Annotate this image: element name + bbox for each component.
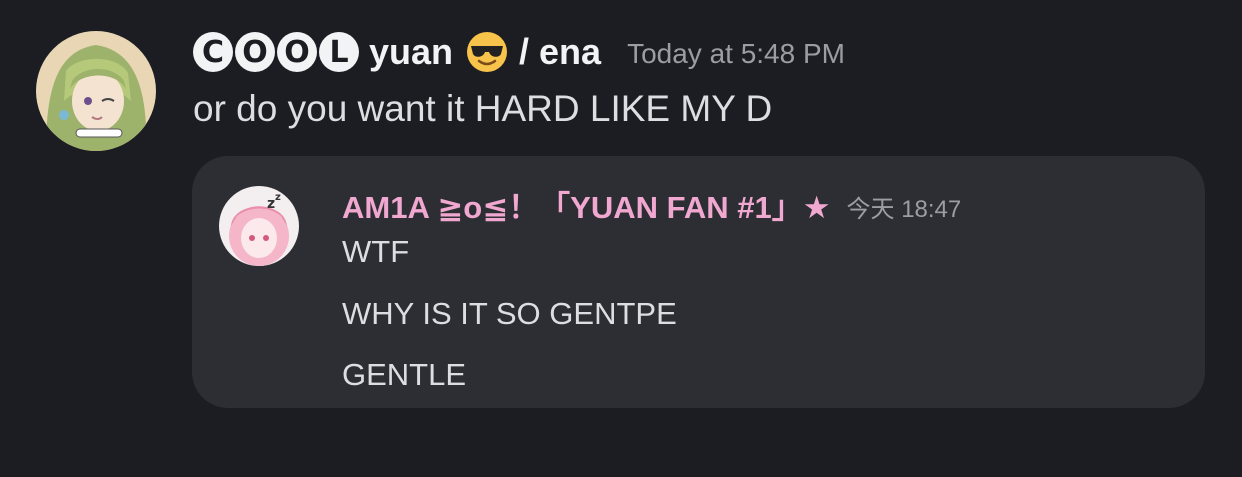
svg-text:z: z: [275, 192, 281, 203]
message-content: or do you want it HARD LIKE MY D: [193, 88, 773, 129]
embed-line-1: WTF: [342, 234, 410, 269]
embed-line-2: WHY IS IT SO GENTPE: [342, 296, 677, 331]
author-name-text: yuan: [369, 31, 454, 72]
author-name[interactable]: C O O L yuan / ena: [193, 30, 601, 74]
forwarded-message-embed[interactable]: z z AM1A ≧o≦！「YUAN FAN #1」★ 今天 18:47 WTF…: [192, 156, 1205, 408]
circled-letter-c: C: [193, 32, 233, 72]
circled-letter-o: O: [235, 32, 275, 72]
embed-author-avatar[interactable]: z z: [219, 186, 299, 266]
circled-letter-l: L: [319, 32, 359, 72]
circled-letter-o: O: [277, 32, 317, 72]
embed-line-3: GENTLE: [342, 357, 467, 392]
smiling-face-with-sunglasses-icon: [465, 30, 509, 74]
message-timestamp[interactable]: Today at 5:48 PM: [627, 34, 845, 70]
message-header: C O O L yuan / ena Today at 5:48 PM: [193, 26, 845, 78]
embed-header: AM1A ≧o≦！「YUAN FAN #1」★ 今天 18:47: [342, 182, 961, 227]
author-avatar[interactable]: [36, 31, 156, 151]
embed-author-name[interactable]: AM1A ≧o≦！「YUAN FAN #1」★: [342, 182, 831, 227]
embed-timestamp: 今天 18:47: [846, 196, 962, 223]
svg-text:z: z: [267, 196, 275, 212]
author-name-suffix: / ena: [519, 31, 602, 72]
